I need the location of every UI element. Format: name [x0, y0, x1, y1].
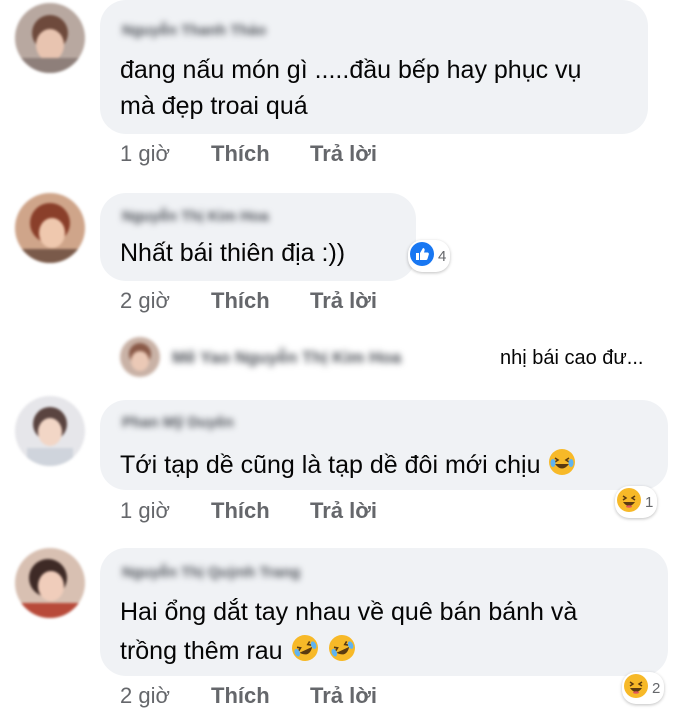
author-name[interactable]: Phan Mỹ Duyên: [122, 414, 234, 431]
rolling-laughing-emoji-icon: [327, 633, 357, 672]
reaction-summary[interactable]: 4: [408, 240, 451, 272]
author-name[interactable]: Nguyễn Thanh Thảo: [122, 22, 266, 39]
laughing-emoji-icon: [547, 447, 577, 486]
comment-actions: 1 giờ Thích Trả lời: [120, 141, 377, 167]
reply-button[interactable]: Trả lời: [310, 683, 377, 709]
reaction-summary[interactable]: 1: [615, 486, 658, 518]
comment-actions: 2 giờ Thích Trả lời: [120, 683, 377, 709]
comment-text: trồng thêm rau: [120, 637, 283, 666]
rolling-laughing-emoji-icon: [290, 633, 320, 672]
avatar[interactable]: [15, 3, 85, 73]
like-button[interactable]: Thích: [211, 288, 270, 314]
timestamp[interactable]: 1 giờ: [120, 141, 170, 167]
reaction-summary[interactable]: 2: [622, 672, 665, 704]
like-button[interactable]: Thích: [211, 141, 270, 167]
avatar[interactable]: [15, 396, 85, 466]
author-name[interactable]: Nguyễn Thị Quỳnh Trang: [122, 564, 300, 581]
author-name[interactable]: Nguyễn Thị Kim Hoa: [122, 208, 269, 225]
comment-text-line: Nhất bái thiên địa :)): [120, 239, 346, 267]
reply-button[interactable]: Trả lời: [310, 498, 377, 524]
reply-button[interactable]: Trả lời: [310, 141, 377, 167]
reply-button[interactable]: Trả lời: [310, 288, 377, 314]
comment-actions: 2 giờ Thích Trả lời: [120, 288, 377, 314]
avatar[interactable]: [120, 337, 160, 377]
comment-text-line: Tới tạp dề cũng là tạp dề đôi mới chịu: [120, 447, 577, 486]
comment-text-line: Hai ổng dắt tay nhau về quê bán bánh và: [120, 598, 578, 626]
avatar[interactable]: [15, 548, 85, 618]
like-icon: [409, 241, 435, 271]
avatar[interactable]: [15, 193, 85, 263]
comment-text-line: trồng thêm rau: [120, 633, 357, 672]
comment-actions: 1 giờ Thích Trả lời: [120, 498, 377, 524]
reply-author[interactable]: Mê Yao Nguyễn Thị Kim Hoa: [172, 348, 401, 368]
reaction-count: 4: [438, 247, 447, 265]
reaction-count: 2: [652, 679, 661, 697]
reaction-count: 1: [645, 493, 654, 511]
haha-icon: [623, 673, 649, 703]
haha-icon: [616, 487, 642, 517]
timestamp[interactable]: 2 giờ: [120, 683, 170, 709]
like-button[interactable]: Thích: [211, 498, 270, 524]
timestamp[interactable]: 2 giờ: [120, 288, 170, 314]
comment-text: Tới tạp dề cũng là tạp dề đôi mới chịu: [120, 451, 541, 480]
timestamp[interactable]: 1 giờ: [120, 498, 170, 524]
reply-text: nhị bái cao đư...: [500, 347, 644, 369]
comment-text-line: đang nấu món gì .....đầu bếp hay phục vụ: [120, 56, 582, 84]
like-button[interactable]: Thích: [211, 683, 270, 709]
comment-text-line: mà đẹp troai quá: [120, 92, 308, 120]
